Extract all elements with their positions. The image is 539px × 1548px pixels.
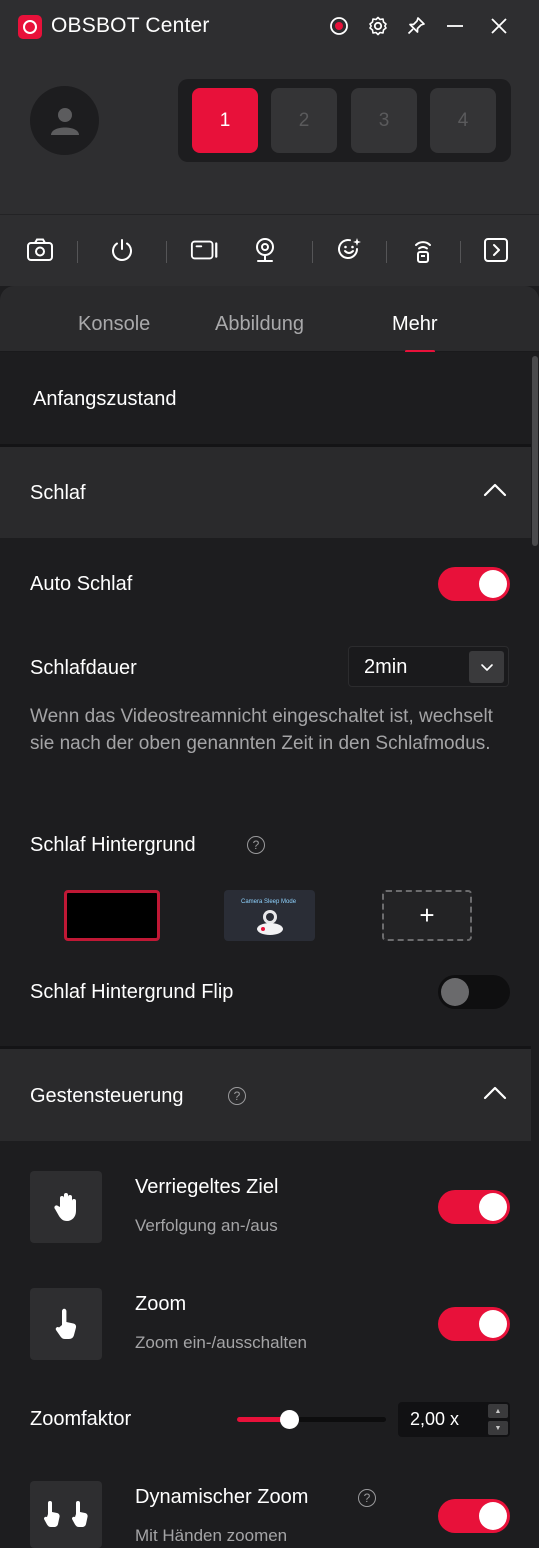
initial-state-label: Anfangszustand [33,388,177,410]
scrollbar-thumb[interactable] [532,356,538,546]
gesture-subtitle: Zoom ein-/ausschalten [135,1333,307,1352]
locked-target-toggle[interactable] [438,1190,510,1224]
toolbar-separator [166,241,167,263]
video-icon[interactable] [190,235,220,265]
help-icon[interactable]: ? [228,1087,246,1105]
webcam-icon[interactable] [250,235,280,265]
add-sleep-background-button[interactable]: + [382,890,472,941]
zoom-factor-value: 2,00 x [410,1409,460,1429]
sleep-background-astronaut[interactable]: Camera Sleep Mode [224,890,315,941]
pin-icon[interactable] [404,14,428,38]
remote-icon[interactable] [408,235,438,265]
device-slot-1[interactable]: 1 [192,88,258,153]
device-header: 1 2 3 4 [0,52,539,214]
sleep-thumb-caption: Camera Sleep Mode [241,899,297,905]
chevron-up-icon[interactable] [483,482,507,503]
avatar[interactable] [30,86,99,155]
open-hand-icon [30,1171,102,1243]
record-icon[interactable] [327,14,351,38]
device-toolbar [0,214,539,286]
spin-down-icon[interactable]: ▼ [488,1421,508,1435]
device-slot-3[interactable]: 3 [351,88,417,153]
chevron-down-icon[interactable] [469,651,504,683]
sleep-duration-value: 2min [364,656,408,678]
zoom-factor-slider[interactable] [237,1410,386,1429]
camera-icon[interactable] [25,235,55,265]
tab-abbildung[interactable]: Abbildung [215,313,304,336]
gesture-title: Dynamischer Zoom [135,1486,309,1508]
sleep-background-black[interactable] [64,890,160,941]
title-bar: OBSBOT Center [0,0,539,52]
obsbot-logo-icon [18,15,42,39]
sleep-background-flip-label: Schlaf Hintergrund Flip [30,981,234,1003]
power-icon[interactable] [107,235,137,265]
sleep-duration-label: Schlafdauer [30,657,137,679]
sleep-section-title: Schlaf [30,482,86,504]
gesture-title: Verriegeltes Ziel [135,1176,279,1198]
device-slot-2[interactable]: 2 [271,88,337,153]
settings-panel: Konsole Abbildung Mehr Anfangszustand Sc… [0,286,539,1548]
auto-sleep-toggle[interactable] [438,567,510,601]
auto-sleep-label: Auto Schlaf [30,573,133,595]
pointing-hand-icon [30,1288,102,1360]
toolbar-separator [77,241,78,263]
help-icon[interactable]: ? [358,1489,376,1507]
sleep-section-header[interactable]: Schlaf [0,447,531,538]
close-icon[interactable] [487,14,511,38]
gesture-subtitle: Verfolgung an-/aus [135,1216,278,1235]
zoom-factor-input[interactable]: 2,00 x ▲ ▼ [398,1402,510,1437]
toolbar-separator [386,241,387,263]
plus-icon: + [419,900,435,930]
ai-face-icon[interactable] [334,235,364,265]
toolbar-separator [460,241,461,263]
sleep-duration-select[interactable]: 2min [348,646,509,687]
gesture-title: Zoom [135,1293,187,1315]
zoom-gesture-toggle[interactable] [438,1307,510,1341]
spin-up-icon[interactable]: ▲ [488,1404,508,1418]
zoom-factor-label: Zoomfaktor [30,1408,132,1430]
sleep-background-label: Schlaf Hintergrund [30,834,196,856]
help-icon[interactable]: ? [247,836,265,854]
tab-mehr[interactable]: Mehr [392,313,438,336]
tab-konsole[interactable]: Konsole [78,313,150,336]
gesture-subtitle: Mit Händen zoomen [135,1526,288,1545]
sleep-background-flip-toggle[interactable] [438,975,510,1009]
initial-state-row[interactable]: Anfangszustand [0,352,531,444]
expand-panel-icon[interactable] [481,235,511,265]
device-slot-group: 1 2 3 4 [178,79,511,162]
gesture-section-header[interactable]: Gestensteuerung ? [0,1049,531,1141]
zoom-factor-slider-thumb[interactable] [280,1410,299,1429]
two-hands-icon [30,1481,102,1548]
gesture-section-title: Gestensteuerung [30,1085,184,1107]
sleep-description: Wenn das Videostreamnicht eingeschaltet … [30,706,493,754]
toolbar-separator [312,241,313,263]
astronaut-icon [257,910,283,935]
gear-icon[interactable] [366,14,390,38]
zoom-factor-spinner: ▲ ▼ [488,1404,508,1435]
tab-bar: Konsole Abbildung Mehr [0,286,539,353]
minimize-icon[interactable] [443,14,467,38]
sleep-section-body [0,538,531,1046]
app-title: OBSBOT Center [51,14,210,37]
scrollbar[interactable] [531,352,539,1548]
dynamic-zoom-toggle[interactable] [438,1499,510,1533]
chevron-up-icon[interactable] [483,1085,507,1106]
device-slot-4[interactable]: 4 [430,88,496,153]
